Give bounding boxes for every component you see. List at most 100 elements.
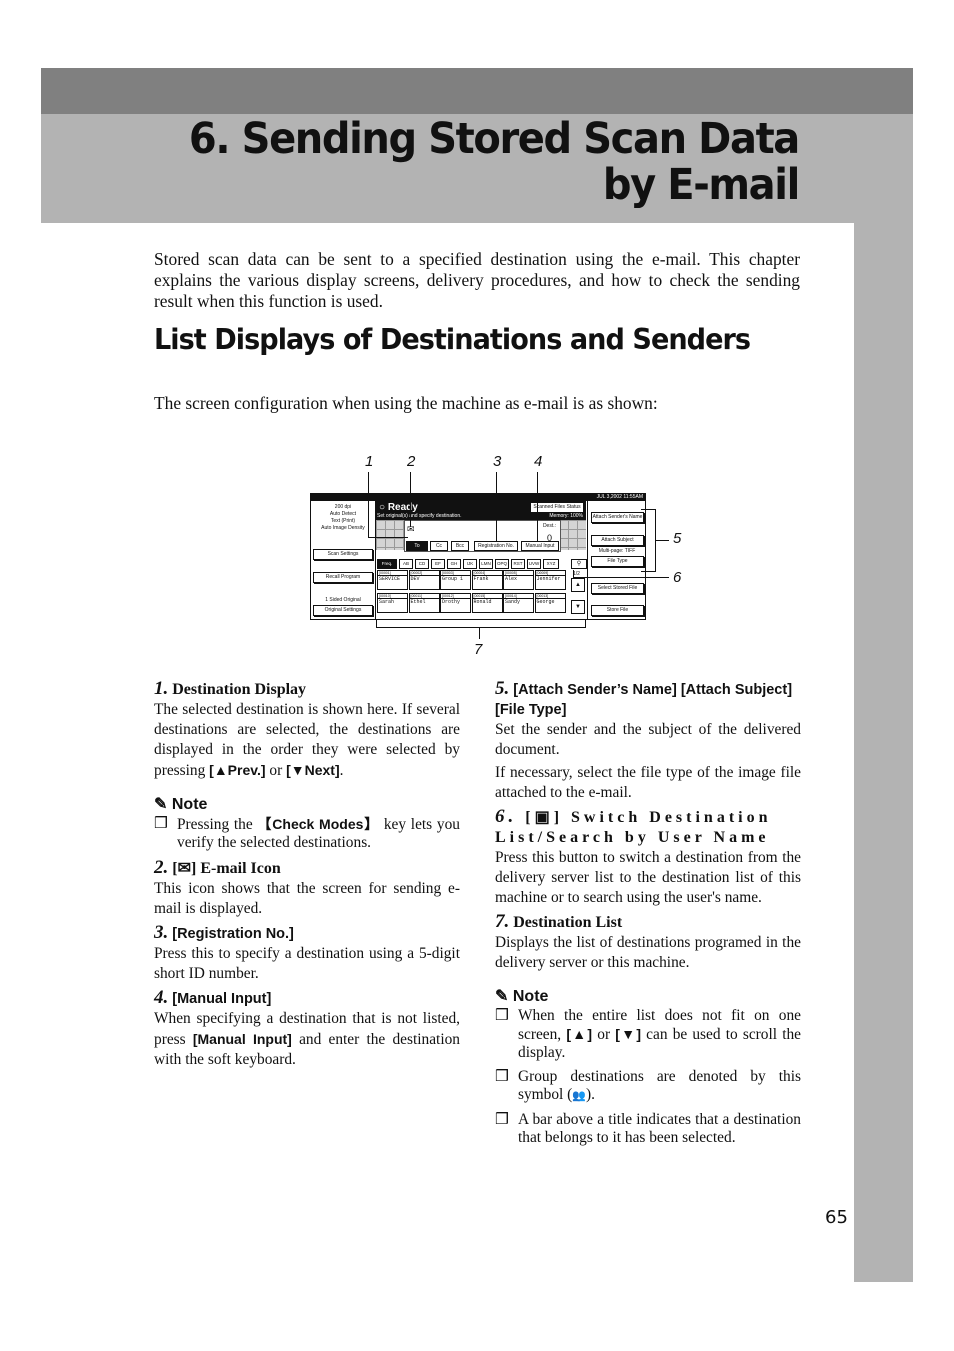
index-tab[interactable]: EF bbox=[431, 559, 445, 569]
scan-settings-column: 200 dpi Auto Detect Text (Print) Auto Im… bbox=[311, 501, 376, 619]
prev-key: [▲Prev.] bbox=[209, 762, 266, 778]
index-tab[interactable]: CD bbox=[415, 559, 429, 569]
text: . bbox=[339, 762, 344, 779]
index-tab[interactable]: GH bbox=[447, 559, 461, 569]
search-icon: ⚲ bbox=[576, 561, 582, 567]
tab-to[interactable]: To bbox=[406, 541, 428, 551]
checkbox-icon: ❒ bbox=[154, 815, 168, 832]
item-5-body-1: Set the sender and the subject of the de… bbox=[495, 721, 801, 758]
item-title: Destination List bbox=[513, 914, 623, 931]
screen-diagram: 1 2 3 4 5 6 7 JUL 3,2002 11:55AM 200 dpi… bbox=[305, 450, 705, 660]
index-tab[interactable]: IJK bbox=[463, 559, 477, 569]
item-title: [Registration No.] bbox=[172, 926, 294, 942]
item-2-body: This icon shows that the screen for send… bbox=[154, 880, 460, 917]
destination-button[interactable]: [00009] Jennifer bbox=[534, 570, 566, 590]
destination-button[interactable]: [00005] Alex bbox=[503, 570, 534, 590]
select-stored-file-button[interactable]: Select Stored File bbox=[591, 583, 644, 594]
email-options-column: Attach Sender's Name Attach Subject Mult… bbox=[587, 501, 646, 619]
destination-name: SERVICE bbox=[379, 576, 401, 582]
tab-bcc[interactable]: Bcc bbox=[451, 541, 469, 551]
item-number: 1. bbox=[154, 678, 169, 699]
note-2-item-3: ❒ A bar above a title indicates that a de… bbox=[495, 1111, 801, 1147]
destination-button[interactable]: [00012] Drothy bbox=[440, 593, 471, 613]
bracket-7-right bbox=[585, 619, 586, 627]
callout-3: 3 bbox=[493, 453, 502, 470]
scan-type: Text (Print) bbox=[330, 518, 356, 524]
scroll-up-button[interactable]: ▲ bbox=[571, 578, 585, 592]
destination-name: Jennifer bbox=[536, 576, 561, 582]
registration-no-button[interactable]: Registration No. bbox=[474, 541, 518, 551]
email-icon: ✉ bbox=[177, 860, 191, 877]
item-1-heading: 1. Destination Display bbox=[154, 679, 460, 700]
index-tab[interactable]: OPQ bbox=[495, 559, 509, 569]
check-modes-key: 【Check Modes】 bbox=[257, 816, 380, 832]
tab-cc[interactable]: Cc bbox=[430, 541, 448, 551]
attach-sender-name-button[interactable]: Attach Sender's Name bbox=[591, 512, 644, 523]
note-label: Note bbox=[512, 988, 549, 1005]
destination-name: Frank bbox=[473, 576, 489, 582]
switch-destination-list-button[interactable]: ⚲ bbox=[571, 559, 587, 569]
original-settings-button[interactable]: Original Settings bbox=[313, 605, 373, 616]
recall-program-button[interactable]: Recall Program bbox=[313, 572, 373, 583]
chapter-title-line1: 6. Sending Stored Scan Data bbox=[189, 114, 800, 164]
index-tab[interactable]: Freq. bbox=[377, 559, 397, 569]
file-type-button[interactable]: File Type bbox=[591, 556, 644, 567]
destination-button[interactable]: [00001] SERVICE bbox=[377, 570, 408, 590]
multi-page-setting: Multi-page: TIFF bbox=[598, 548, 636, 554]
chapter-title: 6. Sending Stored Scan Data by E-mail bbox=[189, 114, 800, 210]
chapter-title-line2: by E-mail bbox=[602, 160, 800, 210]
destination-button[interactable]: [00013] George bbox=[534, 593, 566, 613]
item-4-heading: 4. [Manual Input] bbox=[154, 988, 460, 1009]
index-tab[interactable]: UVW bbox=[527, 559, 541, 569]
text: Group destinations are denoted by this s… bbox=[518, 1068, 801, 1103]
index-tab[interactable]: AB bbox=[399, 559, 413, 569]
scroll-down-button[interactable]: ▼ bbox=[571, 600, 585, 614]
scan-settings-button[interactable]: Scan Settings bbox=[313, 549, 373, 560]
destination-name: Alex bbox=[505, 576, 518, 582]
destination-button[interactable]: [00004] Frank bbox=[471, 570, 503, 590]
item-title: Destination Display bbox=[172, 681, 307, 698]
item-4-body: When specifying a destination that is no… bbox=[154, 1009, 460, 1070]
destination-button[interactable]: [00003] Group 1 bbox=[440, 570, 471, 590]
scanned-files-status-button[interactable]: Scanned Files Status bbox=[531, 503, 583, 512]
leader-line-1 bbox=[368, 472, 369, 537]
item-3-heading: 3. [Registration No.] bbox=[154, 923, 460, 944]
bracket-7-bottom bbox=[376, 627, 586, 628]
ready-label: Ready bbox=[387, 502, 418, 513]
date-time: JUL 3,2002 11:55AM bbox=[596, 494, 643, 500]
destination-button[interactable]: [00002] DEV bbox=[408, 570, 440, 590]
destination-name: Drothy bbox=[442, 599, 461, 605]
memory-status: Memory: 100% bbox=[549, 513, 583, 519]
callout-1: 1 bbox=[365, 453, 374, 470]
switch-list-icon: ▣ bbox=[534, 809, 554, 826]
detect-mode: Auto Detect bbox=[329, 511, 357, 517]
callout-6: 6 bbox=[673, 569, 682, 586]
destination-name: DEV bbox=[410, 576, 420, 582]
panel-top-bar: JUL 3,2002 11:55AM bbox=[311, 494, 645, 501]
bracket-5-tick bbox=[655, 540, 669, 541]
note-2-item-1: ❒ When the entire list does not fit on on… bbox=[495, 1007, 801, 1062]
destination-button[interactable]: [00014] Sandy bbox=[503, 593, 534, 613]
destination-name: Ronald bbox=[473, 599, 492, 605]
item-2-heading: 2. [✉] E-mail Icon bbox=[154, 857, 281, 878]
index-tab[interactable]: XYZ bbox=[543, 559, 559, 569]
destination-button[interactable]: [00015] Ronald bbox=[471, 593, 503, 613]
text: or bbox=[265, 762, 287, 779]
item-number: 6. bbox=[495, 806, 518, 827]
down-key: [▼] bbox=[615, 1026, 642, 1042]
control-panel-screen: JUL 3,2002 11:55AM 200 dpi Auto Detect T… bbox=[310, 493, 646, 620]
text: or bbox=[592, 1026, 616, 1043]
attach-subject-button[interactable]: Attach Subject bbox=[591, 535, 644, 546]
index-tab[interactable]: RST bbox=[511, 559, 525, 569]
callout-5: 5 bbox=[673, 530, 682, 547]
side-thumb-tab bbox=[854, 223, 913, 1282]
header-band-dark bbox=[41, 68, 913, 114]
pencil-icon: ✎ bbox=[154, 796, 168, 813]
index-tab[interactable]: LMN bbox=[479, 559, 493, 569]
leader-line-3 bbox=[496, 472, 497, 542]
bracket-7-tick bbox=[479, 627, 480, 639]
manual-input-button[interactable]: Manual Input bbox=[521, 541, 559, 551]
destination-button[interactable]: [00011] Ethel bbox=[408, 593, 440, 613]
destination-button[interactable]: [00010] Sarah bbox=[377, 593, 408, 613]
store-file-button[interactable]: Store File bbox=[591, 605, 644, 616]
